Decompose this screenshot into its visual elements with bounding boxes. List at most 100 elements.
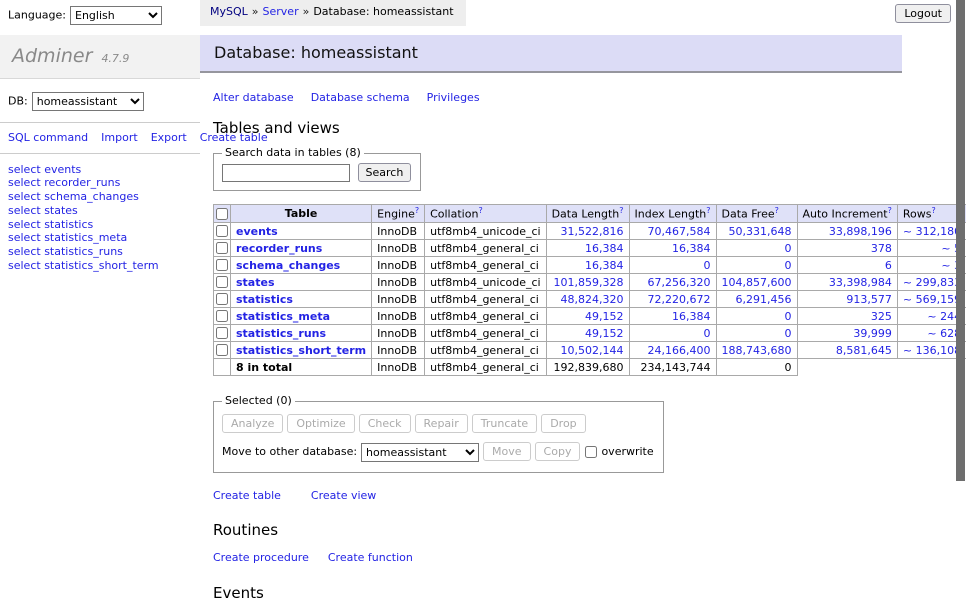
auto-increment-link[interactable]: 8,581,645 bbox=[836, 344, 892, 358]
data-length-link[interactable]: 49,152 bbox=[585, 310, 624, 324]
select-link[interactable]: select bbox=[8, 259, 41, 272]
row-checkbox[interactable] bbox=[216, 242, 228, 254]
search-button[interactable]: Search bbox=[358, 163, 412, 182]
search-input[interactable] bbox=[222, 164, 350, 182]
data-length-link[interactable]: 16,384 bbox=[585, 242, 624, 256]
auto-increment-link[interactable]: 33,398,984 bbox=[829, 276, 892, 290]
database-nav-link[interactable]: Database schema bbox=[311, 91, 410, 104]
rows-link[interactable]: ~ 299,833 bbox=[903, 276, 961, 290]
analyze-button[interactable]: Analyze bbox=[222, 414, 283, 433]
select-link[interactable]: select bbox=[8, 176, 41, 189]
row-checkbox[interactable] bbox=[216, 276, 228, 288]
create-view-link[interactable]: Create view bbox=[311, 489, 376, 502]
column-help-link[interactable]: ? bbox=[888, 206, 892, 215]
data-free-link[interactable]: 0 bbox=[785, 327, 792, 341]
database-nav-link[interactable]: Alter database bbox=[213, 91, 294, 104]
column-help-link[interactable]: ? bbox=[415, 206, 419, 215]
sidebar-table-link[interactable]: statistics bbox=[44, 218, 93, 231]
truncate-button[interactable]: Truncate bbox=[472, 414, 537, 433]
index-length-link[interactable]: 70,467,584 bbox=[648, 225, 711, 239]
select-link[interactable]: select bbox=[8, 245, 41, 258]
index-length-link[interactable]: 16,384 bbox=[672, 242, 711, 256]
select-link[interactable]: select bbox=[8, 190, 41, 203]
select-all-checkbox[interactable] bbox=[216, 208, 228, 220]
sidebar-table-link[interactable]: statistics_runs bbox=[44, 245, 123, 258]
database-nav-link[interactable]: Privileges bbox=[427, 91, 480, 104]
index-length-link[interactable]: 0 bbox=[704, 259, 711, 273]
sidebar-table-link[interactable]: statistics_short_term bbox=[44, 259, 158, 272]
row-checkbox[interactable] bbox=[216, 225, 228, 237]
auto-increment-link[interactable]: 325 bbox=[871, 310, 892, 324]
breadcrumb-mysql-link[interactable]: MySQL bbox=[210, 5, 248, 18]
sidebar-action-link[interactable]: SQL command bbox=[8, 131, 88, 144]
data-free-link[interactable]: 188,743,680 bbox=[722, 344, 792, 358]
move-button[interactable]: Move bbox=[483, 442, 531, 461]
sidebar-action-link[interactable]: Export bbox=[151, 131, 187, 144]
create-table-link[interactable]: Create table bbox=[213, 489, 281, 502]
data-free-link[interactable]: 0 bbox=[785, 242, 792, 256]
data-free-link[interactable]: 0 bbox=[785, 310, 792, 324]
auto-increment-link[interactable]: 913,577 bbox=[846, 293, 892, 307]
select-link[interactable]: select bbox=[8, 163, 41, 176]
table-name-link[interactable]: statistics_short_term bbox=[236, 344, 366, 357]
column-help-link[interactable]: ? bbox=[706, 206, 710, 215]
rows-link[interactable]: ~ 136,108 bbox=[903, 344, 961, 358]
table-name-link[interactable]: events bbox=[236, 225, 278, 238]
index-length-link[interactable]: 24,166,400 bbox=[648, 344, 711, 358]
breadcrumb-server-link[interactable]: Server bbox=[263, 5, 299, 18]
sidebar-table-link[interactable]: states bbox=[44, 204, 78, 217]
data-free-link[interactable]: 0 bbox=[785, 259, 792, 273]
table-name-link[interactable]: statistics_runs bbox=[236, 327, 326, 340]
create-function-link[interactable]: Create function bbox=[328, 551, 413, 564]
sidebar-table-link[interactable]: events bbox=[44, 163, 81, 176]
row-checkbox[interactable] bbox=[216, 293, 228, 305]
sidebar-table-link[interactable]: recorder_runs bbox=[44, 176, 120, 189]
data-free-link[interactable]: 50,331,648 bbox=[729, 225, 792, 239]
language-select[interactable]: English bbox=[70, 6, 162, 25]
data-length-link[interactable]: 49,152 bbox=[585, 327, 624, 341]
data-free-link[interactable]: 104,857,600 bbox=[722, 276, 792, 290]
row-checkbox[interactable] bbox=[216, 327, 228, 339]
column-help-link[interactable]: ? bbox=[478, 206, 482, 215]
select-link[interactable]: select bbox=[8, 231, 41, 244]
table-name-link[interactable]: schema_changes bbox=[236, 259, 340, 272]
auto-increment-link[interactable]: 6 bbox=[885, 259, 892, 273]
sidebar-table-link[interactable]: statistics_meta bbox=[44, 231, 127, 244]
overwrite-label[interactable]: overwrite bbox=[601, 445, 653, 458]
drop-button[interactable]: Drop bbox=[541, 414, 585, 433]
index-length-link[interactable]: 72,220,672 bbox=[648, 293, 711, 307]
data-free-link[interactable]: 6,291,456 bbox=[736, 293, 792, 307]
scrollbar-thumb[interactable] bbox=[956, 0, 965, 481]
index-length-link[interactable]: 0 bbox=[704, 327, 711, 341]
check-button[interactable]: Check bbox=[359, 414, 411, 433]
table-name-link[interactable]: statistics_meta bbox=[236, 310, 330, 323]
data-length-link[interactable]: 16,384 bbox=[585, 259, 624, 273]
table-name-link[interactable]: recorder_runs bbox=[236, 242, 322, 255]
data-length-link[interactable]: 48,824,320 bbox=[561, 293, 624, 307]
sidebar-table-link[interactable]: schema_changes bbox=[44, 190, 139, 203]
select-link[interactable]: select bbox=[8, 204, 41, 217]
copy-button[interactable]: Copy bbox=[535, 442, 581, 461]
column-help-link[interactable]: ? bbox=[775, 206, 779, 215]
move-db-select[interactable]: homeassistant bbox=[361, 443, 479, 462]
rows-link[interactable]: ~ 312,180 bbox=[903, 225, 961, 239]
data-length-link[interactable]: 101,859,328 bbox=[554, 276, 624, 290]
logout-button[interactable]: Logout bbox=[895, 4, 951, 23]
index-length-link[interactable]: 67,256,320 bbox=[648, 276, 711, 290]
auto-increment-link[interactable]: 39,999 bbox=[853, 327, 892, 341]
auto-increment-link[interactable]: 33,898,196 bbox=[829, 225, 892, 239]
column-help-link[interactable]: ? bbox=[931, 206, 935, 215]
index-length-link[interactable]: 16,384 bbox=[672, 310, 711, 324]
table-name-link[interactable]: states bbox=[236, 276, 275, 289]
data-length-link[interactable]: 10,502,144 bbox=[561, 344, 624, 358]
row-checkbox[interactable] bbox=[216, 344, 228, 356]
data-length-link[interactable]: 31,522,816 bbox=[561, 225, 624, 239]
table-name-link[interactable]: statistics bbox=[236, 293, 293, 306]
sidebar-action-link[interactable]: Import bbox=[101, 131, 138, 144]
create-procedure-link[interactable]: Create procedure bbox=[213, 551, 309, 564]
auto-increment-link[interactable]: 378 bbox=[871, 242, 892, 256]
rows-link[interactable]: ~ 569,159 bbox=[903, 293, 961, 307]
column-help-link[interactable]: ? bbox=[619, 206, 623, 215]
db-select[interactable]: homeassistant bbox=[32, 92, 144, 111]
row-checkbox[interactable] bbox=[216, 310, 228, 322]
